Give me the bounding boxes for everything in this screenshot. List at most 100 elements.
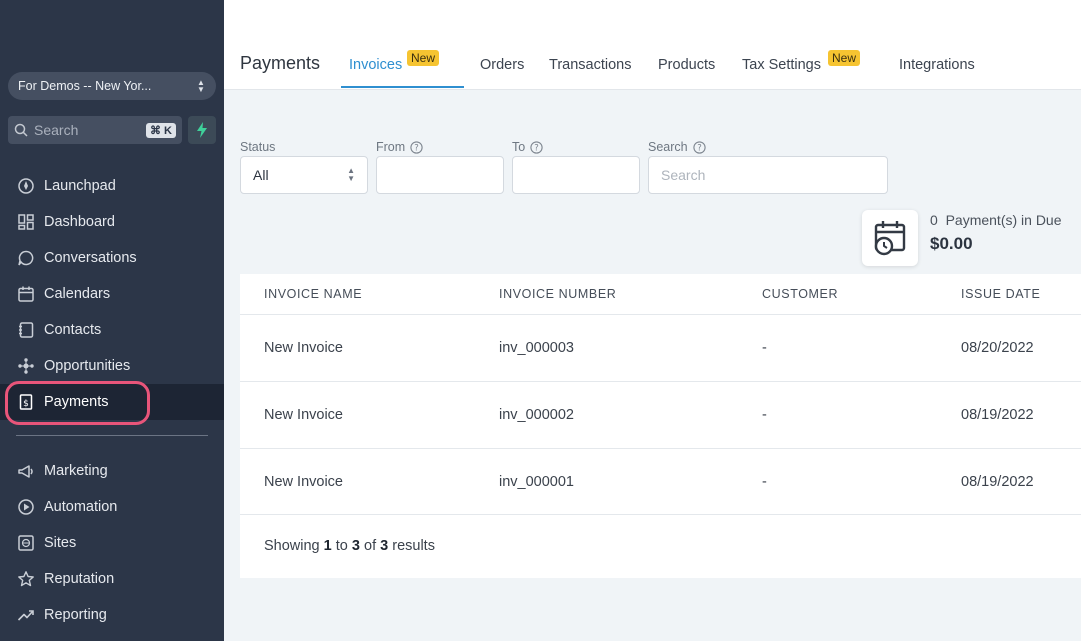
- account-name: For Demos -- New Yor...: [18, 79, 152, 93]
- chat-icon: [16, 248, 36, 268]
- automation-icon: [16, 497, 36, 517]
- sidebar-item-label: Automation: [44, 499, 118, 515]
- sidebar-item-reputation[interactable]: Reputation: [0, 561, 224, 597]
- sidebar-item-label: Opportunities: [44, 358, 131, 374]
- tab-transactions[interactable]: Transactions: [549, 57, 631, 73]
- status-label-text: Status: [240, 140, 276, 154]
- chevron-updown-icon: ▲ ▼: [347, 166, 355, 183]
- due-count: 0 Payment(s) in Due: [930, 212, 1062, 228]
- pagination-summary: Showing 1 to 3 of 3 results: [264, 538, 435, 554]
- tab-products[interactable]: Products: [658, 57, 715, 73]
- network-icon: [16, 356, 36, 376]
- status-label: Status: [240, 140, 275, 154]
- invoice-search-input[interactable]: Search: [648, 156, 888, 194]
- column-header-invoice-name[interactable]: INVOICE NAME: [264, 287, 362, 301]
- sidebar-item-launchpad[interactable]: Launchpad: [0, 168, 224, 204]
- sidebar-item-label: Calendars: [44, 286, 111, 302]
- sidebar-item-label: Sites: [44, 535, 77, 551]
- chevron-updown-icon: ▲ ▼: [197, 78, 205, 94]
- star-icon: [16, 569, 36, 589]
- grid-icon: [16, 212, 36, 232]
- search-input[interactable]: Search ⌘ K: [8, 116, 182, 144]
- status-value: All: [253, 167, 269, 183]
- status-select[interactable]: All ▲ ▼: [240, 156, 368, 194]
- column-header-invoice-number[interactable]: INVOICE NUMBER: [499, 287, 616, 301]
- sidebar-item-calendars[interactable]: Calendars: [0, 276, 224, 312]
- pagination-to: 3: [351, 538, 360, 554]
- calendar-clock-icon: [862, 210, 918, 266]
- from-date-input[interactable]: [376, 156, 504, 194]
- svg-text:?: ?: [534, 143, 539, 153]
- invoice-name-cell[interactable]: New Invoice: [264, 474, 343, 490]
- sidebar-item-label: Launchpad: [44, 178, 116, 194]
- sidebar-item-label: Reputation: [44, 571, 115, 587]
- rocket-icon: [16, 176, 36, 196]
- sidebar-item-label: Marketing: [44, 463, 108, 479]
- help-icon: ?: [692, 140, 706, 154]
- sidebar-item-opportunities[interactable]: Opportunities: [0, 348, 224, 384]
- tab-tax-settings[interactable]: Tax Settings: [742, 57, 821, 73]
- pagination-prefix: Showing: [264, 538, 320, 554]
- page-title: Payments: [240, 53, 321, 73]
- issue-date-cell: 08/20/2022: [961, 340, 1034, 356]
- invoice-name-cell[interactable]: New Invoice: [264, 407, 343, 423]
- table-row[interactable]: New Invoice inv_000003 - 08/20/2022: [240, 314, 1081, 381]
- pagination-of-word: of: [364, 538, 377, 554]
- search-icon: [14, 123, 28, 137]
- invoice-number-cell: inv_000001: [499, 474, 574, 490]
- svg-text:?: ?: [697, 143, 702, 153]
- pagination-suffix: results: [392, 538, 435, 554]
- column-header-issue-date[interactable]: ISSUE DATE: [961, 287, 1040, 301]
- sidebar-item-sites[interactable]: Sites: [0, 525, 224, 561]
- invoice-name-cell[interactable]: New Invoice: [264, 340, 343, 356]
- active-tab-indicator: [341, 86, 464, 88]
- search-placeholder: Search: [34, 122, 79, 138]
- trend-icon: [16, 605, 36, 625]
- customer-cell: -: [762, 340, 767, 356]
- due-count-label: Payment(s) in Due: [945, 212, 1062, 228]
- sidebar: For Demos -- New Yor... ▲ ▼ Search ⌘ K La…: [0, 0, 224, 641]
- due-amount: $0.00: [930, 234, 973, 253]
- sidebar-item-automation[interactable]: Automation: [0, 489, 224, 525]
- to-date-input[interactable]: [512, 156, 640, 194]
- table-row[interactable]: New Invoice inv_000002 - 08/19/2022: [240, 381, 1081, 448]
- sidebar-item-contacts[interactable]: Contacts: [0, 312, 224, 348]
- invoice-number-cell: inv_000003: [499, 340, 574, 356]
- column-header-customer[interactable]: CUSTOMER: [762, 287, 838, 301]
- account-switcher[interactable]: For Demos -- New Yor... ▲ ▼: [8, 72, 216, 100]
- tab-integrations[interactable]: Integrations: [899, 57, 975, 73]
- megaphone-icon: [16, 461, 36, 481]
- invoices-table: INVOICE NAME INVOICE NUMBER CUSTOMER ISS…: [240, 274, 1081, 578]
- sidebar-item-conversations[interactable]: Conversations: [0, 240, 224, 276]
- calendar-icon: [16, 284, 36, 304]
- globe-icon: [16, 533, 36, 553]
- tab-invoices[interactable]: Invoices: [349, 57, 402, 73]
- customer-cell: -: [762, 407, 767, 423]
- pagination-to-word: to: [335, 538, 348, 554]
- tab-orders[interactable]: Orders: [480, 57, 524, 73]
- issue-date-cell: 08/19/2022: [961, 474, 1034, 490]
- table-row[interactable]: New Invoice inv_000001 - 08/19/2022: [240, 448, 1081, 515]
- sidebar-item-label: Reporting: [44, 607, 107, 623]
- from-label-text: From: [376, 140, 406, 154]
- to-label: To ?: [512, 140, 543, 154]
- issue-date-cell: 08/19/2022: [961, 407, 1034, 423]
- search-label: Search ?: [648, 140, 706, 154]
- sidebar-item-reporting[interactable]: Reporting: [0, 597, 224, 633]
- sidebar-item-label: Conversations: [44, 250, 137, 266]
- search-label-text: Search: [648, 140, 688, 154]
- sidebar-item-marketing[interactable]: Marketing: [0, 453, 224, 489]
- sidebar-item-dashboard[interactable]: Dashboard: [0, 204, 224, 240]
- to-label-text: To: [512, 140, 526, 154]
- highlight-annotation: [5, 381, 150, 425]
- search-placeholder: Search: [661, 167, 706, 183]
- sidebar-divider: [16, 435, 208, 436]
- help-icon: ?: [530, 140, 543, 154]
- shortcut-badge: ⌘ K: [146, 122, 176, 138]
- new-badge: New: [828, 50, 861, 66]
- bolt-icon: [197, 122, 207, 138]
- pagination-total: 3: [380, 538, 389, 554]
- quick-actions-button[interactable]: [188, 116, 216, 144]
- customer-cell: -: [762, 474, 767, 490]
- top-nav: Payments Invoices New Orders Transaction…: [224, 0, 1081, 90]
